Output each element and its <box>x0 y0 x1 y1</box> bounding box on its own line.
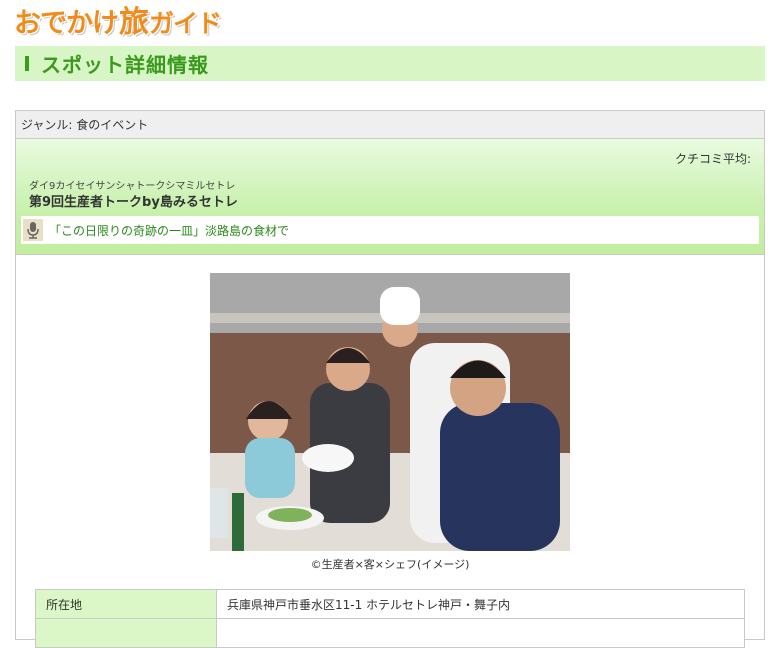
logo-text-odekake: おでかけ <box>14 7 119 39</box>
microphone-icon <box>23 219 43 241</box>
spot-detail-panel: ジャンル: 食のイベント クチコミ平均: ダイ9カイセイサンシャトークシマミルセ… <box>15 110 765 648</box>
spot-header: クチコミ平均: ダイ9カイセイサンシャトークシマミルセトレ 第9回生産者トークb… <box>16 139 764 255</box>
spot-name-kana: ダイ9カイセイサンシャトークシマミルセトレ <box>29 181 236 192</box>
spot-photo <box>210 273 570 551</box>
page-title-bar: スポット詳細情報 <box>15 46 765 81</box>
logo-text-guide: ガイド <box>149 8 222 38</box>
title-marker <box>25 56 29 71</box>
page-title: スポット詳細情報 <box>41 53 209 77</box>
info-label-address: 所在地 <box>35 589 217 619</box>
photo-caption: ©生産者×客×シェフ(イメージ) <box>310 558 470 571</box>
table-row <box>35 618 745 648</box>
catch-copy-text: 「この日限りの奇跡の一皿」淡路島の食材で <box>49 223 290 238</box>
genre-label: ジャンル: 食のイベント <box>16 111 764 139</box>
site-logo[interactable]: おでかけ 旅 ガイド <box>14 4 222 42</box>
kuchikomi-average: クチコミ平均: <box>674 152 751 166</box>
info-value-next <box>216 618 745 648</box>
info-label-next <box>35 618 217 648</box>
logo-text-tabi: 旅 <box>119 5 149 40</box>
catch-copy-box: 「この日限りの奇跡の一皿」淡路島の食材で <box>21 216 759 244</box>
table-row: 所在地 兵庫県神戸市垂水区11-1 ホテルセトレ神戸・舞子内 <box>35 589 745 619</box>
spot-name: 第9回生産者トークby島みるセトレ <box>29 195 238 210</box>
spot-info-table: 所在地 兵庫県神戸市垂水区11-1 ホテルセトレ神戸・舞子内 <box>35 589 745 648</box>
info-value-address: 兵庫県神戸市垂水区11-1 ホテルセトレ神戸・舞子内 <box>216 589 745 619</box>
